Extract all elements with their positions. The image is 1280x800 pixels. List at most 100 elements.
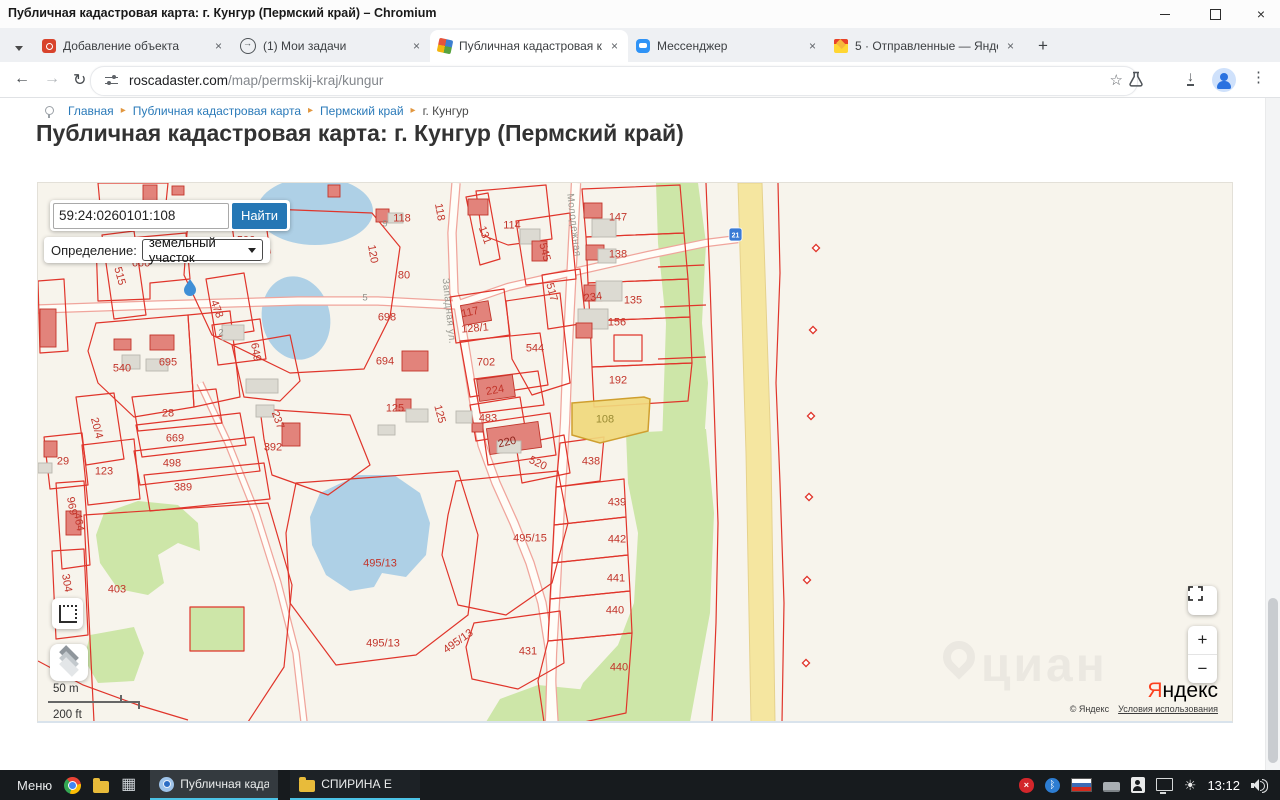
- definition-value: земельный участок: [149, 235, 236, 265]
- breadcrumb-item[interactable]: Пермский край: [320, 104, 404, 118]
- browser-tab[interactable]: Публичная кадастровая кар ×: [430, 30, 628, 62]
- bitrix-red-icon: [42, 39, 56, 53]
- reload-icon[interactable]: ↻: [73, 70, 86, 90]
- antivirus-shield-icon[interactable]: ×: [1019, 778, 1034, 793]
- tab-search-chevron-icon[interactable]: [6, 34, 32, 62]
- cadastral-map[interactable]: 2166651550611811891208056986941251256955…: [37, 182, 1233, 723]
- tab-close-icon[interactable]: ×: [1005, 39, 1016, 53]
- parcel-search-input[interactable]: [53, 203, 229, 229]
- yandex-logo[interactable]: Яндекс: [1147, 679, 1218, 703]
- maximize-button[interactable]: [1208, 7, 1222, 21]
- browser-tab[interactable]: Добавление объекта ×: [34, 30, 232, 62]
- page-scrollbar[interactable]: [1265, 98, 1280, 770]
- parcel-label: 237: [269, 409, 287, 430]
- taskbar-task[interactable]: Публичная кадас...: [150, 770, 278, 800]
- taskbar-task[interactable]: СПИРИНА Е: [290, 770, 420, 800]
- building: [44, 441, 57, 457]
- chromium-icon: [159, 777, 174, 792]
- ruler-icon: [59, 605, 77, 623]
- parcel-label: 439: [608, 497, 626, 509]
- breadcrumb-item[interactable]: Публичная кадастровая карта: [133, 104, 301, 118]
- boundary-line: [776, 183, 784, 722]
- parcel-label: 28: [162, 408, 174, 420]
- parcel-label: 495/15: [513, 533, 547, 545]
- chrome-launcher-icon[interactable]: [64, 777, 81, 794]
- building: [246, 379, 278, 393]
- breadcrumb-item[interactable]: г. Кунгур: [423, 104, 469, 118]
- zoom-in-button[interactable]: +: [1188, 626, 1217, 655]
- menu-button[interactable]: Меню: [17, 778, 52, 793]
- parcel-label: 131: [476, 224, 494, 245]
- forward-icon[interactable]: →: [44, 70, 60, 88]
- mail-yandex-icon: [834, 39, 848, 53]
- display-settings-icon[interactable]: [1156, 778, 1173, 791]
- parcel-label: 389: [174, 482, 192, 494]
- parcel-label: 698: [378, 312, 396, 324]
- measure-button[interactable]: [52, 598, 83, 629]
- parcel-label: 517: [543, 282, 559, 303]
- user-session-icon[interactable]: [1131, 777, 1145, 793]
- tab-label: Публичная кадастровая кар: [459, 39, 602, 53]
- url-path: /map/permskij-kraj/kungur: [228, 73, 383, 88]
- volume-icon[interactable]: [1251, 778, 1268, 792]
- terms-link[interactable]: Условия использования: [1118, 704, 1218, 714]
- bluetooth-icon[interactable]: ᛒ: [1045, 778, 1060, 793]
- building: [114, 339, 131, 350]
- water-droplet-icon: [184, 279, 196, 296]
- parcel-label: 108: [596, 414, 614, 426]
- tab-label: Добавление объекта: [63, 39, 206, 53]
- new-tab-button[interactable]: +: [1030, 33, 1056, 59]
- building: [328, 185, 340, 197]
- files-launcher-icon[interactable]: [93, 781, 109, 793]
- map-pinwheel-icon: [437, 38, 454, 55]
- building: [402, 351, 428, 371]
- minimize-button[interactable]: [1158, 7, 1172, 21]
- url-text[interactable]: roscadaster.com/map/permskij-kraj/kungur: [129, 73, 383, 88]
- definition-label: Определение:: [51, 243, 137, 258]
- bookmark-star-icon[interactable]: ☆: [1110, 71, 1123, 89]
- tab-close-icon[interactable]: ×: [807, 39, 818, 53]
- building: [406, 409, 428, 422]
- download-icon[interactable]: ↓: [1187, 69, 1194, 86]
- back-icon[interactable]: ←: [14, 70, 30, 88]
- brightness-icon[interactable]: ☀: [1184, 777, 1197, 794]
- fullscreen-button[interactable]: [1188, 586, 1217, 615]
- map-attribution: © ЯндексУсловия использования: [1070, 704, 1218, 714]
- labs-flask-icon[interactable]: [1128, 71, 1144, 93]
- parcel-label: 498: [163, 458, 181, 470]
- browser-tab[interactable]: (1) Мои задачи×: [232, 30, 430, 62]
- building: [378, 425, 395, 435]
- scrollbar-thumb[interactable]: [1268, 598, 1278, 763]
- parcel-label: 114: [503, 220, 521, 232]
- tab-close-icon[interactable]: ×: [213, 39, 224, 53]
- site-info-icon[interactable]: [105, 76, 119, 86]
- browser-tab[interactable]: 5 · Отправленные — Яндекс×: [826, 30, 1024, 62]
- browser-tab[interactable]: Мессенджер×: [628, 30, 826, 62]
- definition-select[interactable]: земельный участок: [142, 239, 263, 261]
- svg-text:21: 21: [732, 233, 740, 240]
- parcel-label: 438: [582, 456, 600, 468]
- apps-grid-icon[interactable]: ▦: [121, 777, 136, 793]
- profile-avatar[interactable]: [1212, 68, 1236, 92]
- boundary-marker-icon: [807, 412, 814, 419]
- tabs-container: Добавление объекта×(1) Мои задачи×Публич…: [34, 30, 1024, 62]
- keyboard-layout-flag-icon[interactable]: [1071, 778, 1092, 792]
- tab-close-icon[interactable]: ×: [411, 39, 422, 53]
- parcel-label: 123: [95, 466, 113, 478]
- boundary-marker-icon: [805, 493, 812, 500]
- close-button[interactable]: ×: [1254, 7, 1268, 21]
- tab-close-icon[interactable]: ×: [609, 39, 620, 53]
- parcel-label: 442: [608, 534, 626, 546]
- parcel-label: 29: [57, 456, 69, 468]
- browser-menu-icon[interactable]: ⋮: [1251, 68, 1266, 86]
- url-host: roscadaster.com: [129, 73, 228, 88]
- layers-button[interactable]: [50, 644, 88, 681]
- parcel-label: 304: [59, 573, 74, 593]
- parcel-label: 649: [248, 342, 263, 362]
- search-button[interactable]: Найти: [232, 203, 287, 229]
- removable-drive-icon[interactable]: [1103, 782, 1120, 792]
- parcel-label: 540: [113, 363, 131, 375]
- scale-metric: 50 m: [53, 683, 79, 695]
- breadcrumb-item[interactable]: Главная: [68, 104, 114, 118]
- address-bar[interactable]: roscadaster.com/map/permskij-kraj/kungur…: [90, 66, 1138, 96]
